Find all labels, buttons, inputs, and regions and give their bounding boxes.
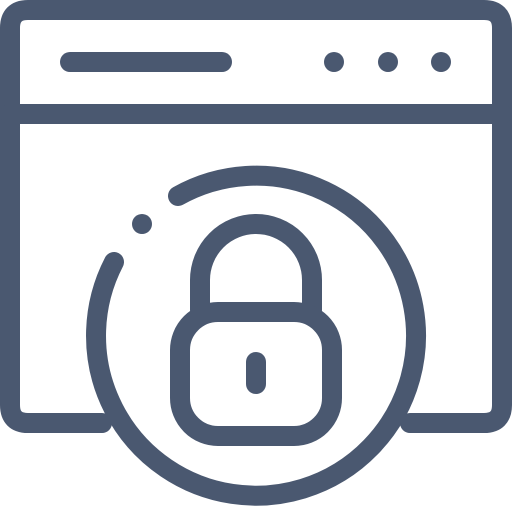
secure-browser-lock-icon	[0, 0, 512, 506]
circle-accent-dot	[132, 214, 152, 234]
icon-canvas	[0, 0, 512, 512]
window-dot-3	[431, 52, 451, 72]
window-dot-2	[378, 52, 398, 72]
window-dot-1	[324, 52, 344, 72]
lock-shackle	[190, 214, 322, 320]
